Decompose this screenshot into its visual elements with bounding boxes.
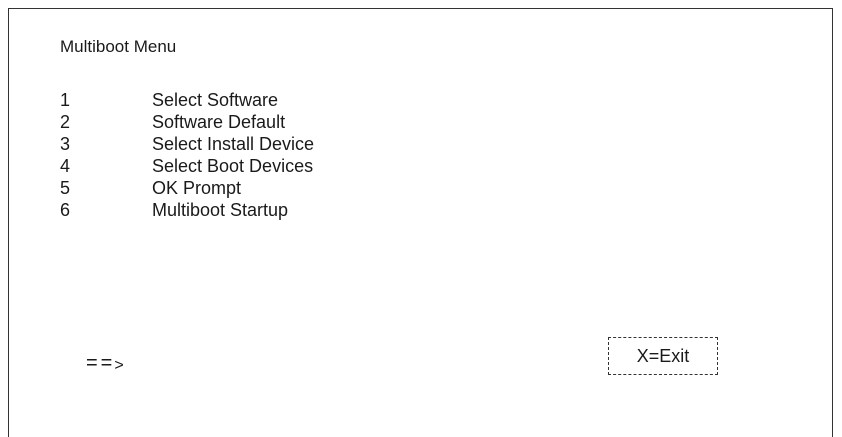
menu-item-select-boot-devices[interactable]: 4 Select Boot Devices [60,155,314,177]
menu-item-number: 3 [60,134,71,154]
menu-title: Multiboot Menu [60,37,177,56]
exit-button[interactable]: X=Exit [608,337,718,375]
menu-item-ok-prompt[interactable]: 5 OK Prompt [60,177,314,199]
command-prompt[interactable]: == > [86,352,124,375]
menu-item-label: Select Boot Devices [152,156,314,176]
menu-item-number: 6 [60,200,71,220]
prompt-arrow: > [114,357,124,374]
exit-button-label: X=Exit [636,345,690,366]
menu-list: 1 Select Software 2 Software Default 3 S… [60,89,314,221]
menu-item-software-default[interactable]: 2 Software Default [60,111,314,133]
menu-item-select-install-device[interactable]: 3 Select Install Device [60,133,314,155]
prompt-equals: == [86,352,116,374]
menu-item-number: 5 [60,178,71,198]
menu-item-label: OK Prompt [152,178,242,198]
menu-item-number: 4 [60,156,71,176]
menu-item-number: 1 [60,90,71,110]
menu-item-select-software[interactable]: 1 Select Software [60,89,314,111]
menu-item-label: Select Software [152,90,279,110]
menu-item-label: Software Default [152,112,286,132]
menu-item-multiboot-startup[interactable]: 6 Multiboot Startup [60,199,314,221]
menu-item-label: Multiboot Startup [152,200,289,220]
menu-item-number: 2 [60,112,71,132]
menu-item-label: Select Install Device [152,134,315,154]
